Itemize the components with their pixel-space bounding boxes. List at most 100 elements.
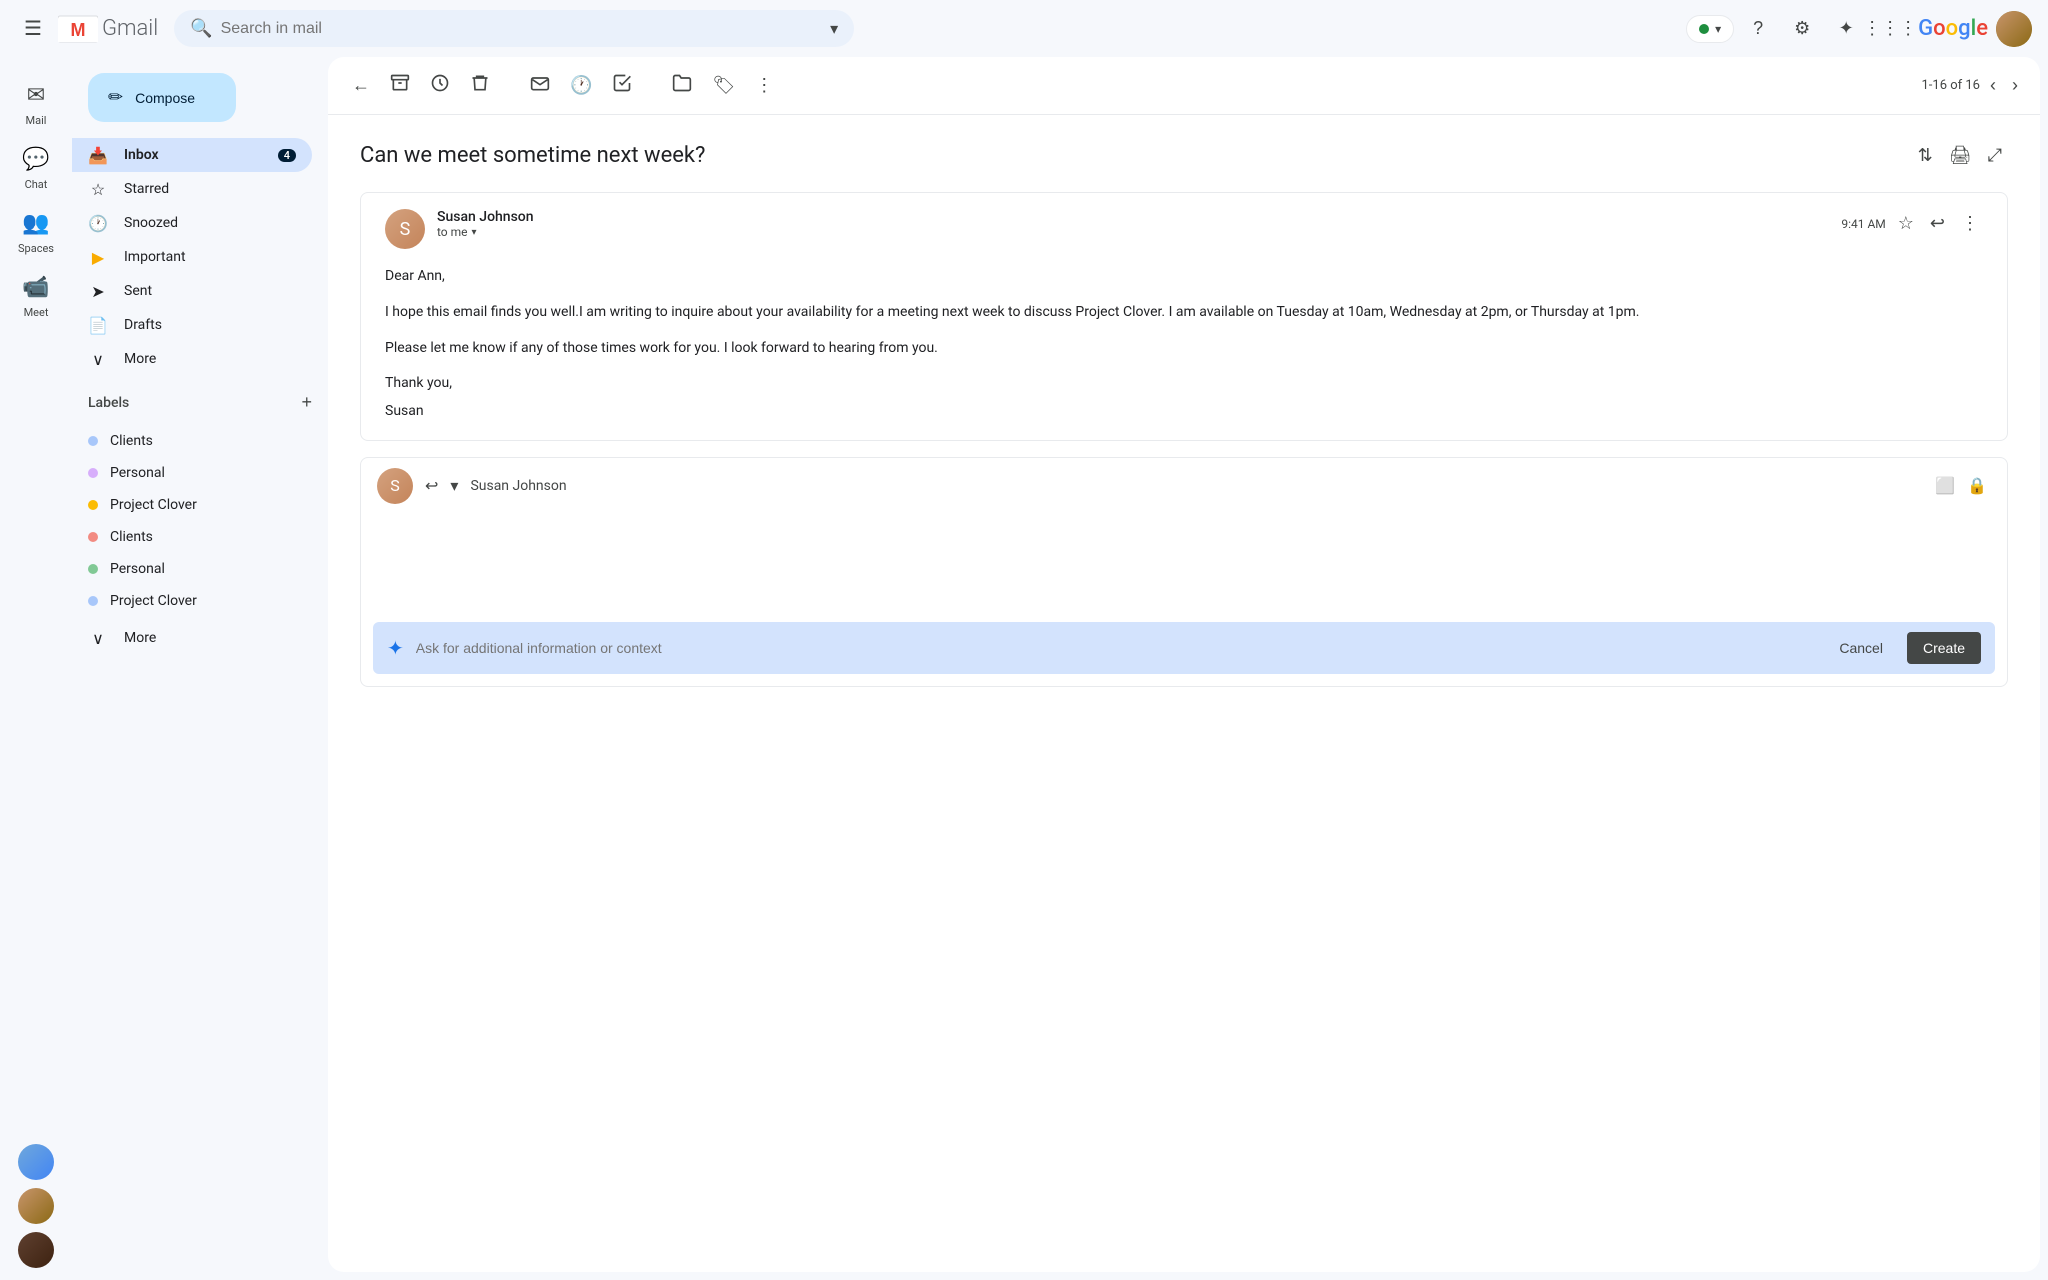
gmail-text: Gmail (102, 16, 158, 41)
ai-cancel-button[interactable]: Cancel (1827, 634, 1895, 662)
user-avatar[interactable] (1996, 11, 2032, 47)
label-clients-2[interactable]: Clients (72, 521, 312, 553)
body-p4: Susan (385, 400, 1983, 424)
label-personal-1[interactable]: Personal (72, 457, 312, 489)
mail-label: Mail (26, 114, 47, 127)
sidebar-more-1[interactable]: ∨ More (72, 342, 312, 376)
gemini-button[interactable]: ✦ (1826, 9, 1866, 49)
status-indicator[interactable]: ▾ (1686, 15, 1734, 43)
label-text-personal-2: Personal (110, 561, 165, 577)
add-label-button[interactable]: + (301, 392, 312, 413)
archive-button[interactable] (382, 65, 418, 106)
prev-email-button[interactable]: ‹ (1984, 69, 2002, 102)
label-clients-1[interactable]: Clients (72, 425, 312, 457)
sidebar-item-sent[interactable]: ➤ Sent (72, 274, 312, 308)
label-personal-2[interactable]: Personal (72, 553, 312, 585)
label-project-clover-2[interactable]: Project Clover (72, 585, 312, 617)
sender-to[interactable]: to me ▾ (437, 225, 1841, 239)
sidebar-item-starred[interactable]: ☆ Starred (72, 172, 312, 206)
label-dot-clients-2 (88, 532, 98, 542)
search-bar: 🔍 ▾ (174, 10, 854, 47)
search-input[interactable] (221, 20, 823, 38)
menu-button[interactable]: ☰ (16, 8, 50, 49)
label-project-clover-1[interactable]: Project Clover (72, 489, 312, 521)
delete-button[interactable] (462, 65, 498, 106)
label-text-clients-2: Clients (110, 529, 153, 545)
ai-prompt-bar: ✦ Cancel Create (373, 622, 1995, 674)
svg-text:M: M (70, 20, 85, 40)
star-button[interactable]: ☆ (1894, 209, 1918, 238)
status-arrow: ▾ (1715, 22, 1721, 36)
reply-avatar: S (377, 468, 413, 504)
help-button[interactable]: ? (1738, 9, 1778, 49)
left-nav-meet[interactable]: 📹 Meet (0, 265, 72, 325)
compose-button[interactable]: ✏ Compose (88, 73, 236, 122)
top-right-icons: ▾ ? ⚙ ✦ ⋮⋮⋮ Google (1686, 9, 2032, 49)
move-to-button[interactable] (664, 65, 700, 106)
more-chevron-icon-2: ∨ (88, 629, 108, 648)
inbox-label: Inbox (124, 147, 159, 163)
sidebar-item-snoozed[interactable]: 🕐 Snoozed (72, 206, 312, 240)
status-dot (1699, 24, 1709, 34)
body-p2: Please let me know if any of those times… (385, 337, 1983, 361)
snoozed-icon: 🕐 (88, 214, 108, 233)
sidebar: ✏ Compose 📥 Inbox 4 ☆ Starred (72, 57, 328, 1280)
reply-expand-button[interactable]: ⬜ (1931, 472, 1959, 500)
mark-unread-button[interactable] (522, 65, 558, 106)
snooze-button[interactable] (422, 65, 458, 106)
email-subject-row: Can we meet sometime next week? ⇅ 🖨 ⤢ (360, 139, 2008, 172)
sender-name: Susan Johnson (437, 209, 1841, 225)
reply-icon-button[interactable]: ↩ (421, 472, 442, 500)
left-nav-chat[interactable]: 💬 Chat (0, 137, 72, 197)
bottom-avatar-1[interactable] (18, 1144, 54, 1180)
label-button[interactable]: 🏷 (704, 67, 743, 104)
inbox-icon: 📥 (88, 146, 108, 165)
back-button[interactable]: ← (344, 67, 378, 104)
open-in-new-button[interactable]: ⤢ (1982, 139, 2008, 172)
ai-prompt-input[interactable] (416, 640, 1816, 656)
print-button[interactable]: 🖨 (1943, 139, 1978, 172)
left-icon-nav: ✉ Mail 💬 Chat 👥 Spaces 📹 Meet (0, 57, 72, 1280)
sidebar-more-2[interactable]: ∨ More (72, 621, 312, 655)
left-nav-spaces[interactable]: 👥 Spaces (0, 201, 72, 261)
label-dot-project-clover-2 (88, 596, 98, 606)
ai-create-button[interactable]: Create (1907, 632, 1981, 664)
more-toolbar-button[interactable]: ⋮ (747, 67, 781, 104)
reply-dropdown-button[interactable]: ▾ (446, 472, 462, 500)
reply-quick-button[interactable]: ↩ (1926, 209, 1949, 238)
history-button[interactable]: 🕐 (562, 67, 600, 104)
task-button[interactable] (604, 65, 640, 106)
body-p1: I hope this email finds you well.I am wr… (385, 301, 1983, 325)
search-button[interactable]: 🔍 (190, 18, 212, 39)
bottom-avatar-3[interactable] (18, 1232, 54, 1268)
reply-box: S ↩ ▾ Susan Johnson ⬜ 🔒 (360, 457, 2008, 687)
next-email-button[interactable]: › (2006, 69, 2024, 102)
sidebar-item-important[interactable]: ▶ Important (72, 240, 312, 274)
mail-icon: ✉ (27, 83, 45, 108)
subject-toggle-button[interactable]: ⇅ (1912, 139, 1939, 172)
label-text-project-clover-2: Project Clover (110, 593, 197, 609)
sidebar-item-inbox[interactable]: 📥 Inbox 4 (72, 138, 312, 172)
email-header: S Susan Johnson to me ▾ 9:41 AM ☆ ↩ (385, 209, 1983, 249)
chat-icon: 💬 (22, 147, 49, 172)
label-dot-project-clover-1 (88, 500, 98, 510)
sidebar-item-drafts[interactable]: 📄 Drafts (72, 308, 312, 342)
email-time: 9:41 AM (1841, 217, 1885, 231)
meet-label: Meet (24, 306, 49, 319)
important-icon: ▶ (88, 248, 108, 267)
label-dot-personal-1 (88, 468, 98, 478)
sender-info: Susan Johnson to me ▾ (437, 209, 1841, 239)
left-nav-mail[interactable]: ✉ Mail (0, 73, 72, 133)
apps-button[interactable]: ⋮⋮⋮ (1870, 9, 1910, 49)
top-bar: ☰ M Gmail 🔍 ▾ ▾ ? ⚙ ✦ ⋮⋮⋮ (0, 0, 2048, 57)
reply-lock-button[interactable]: 🔒 (1963, 472, 1991, 500)
email-message: S Susan Johnson to me ▾ 9:41 AM ☆ ↩ (360, 192, 2008, 441)
bottom-avatar-2[interactable] (18, 1188, 54, 1224)
search-dropdown-button[interactable]: ▾ (830, 19, 838, 39)
labels-title: Labels (88, 395, 129, 411)
more-email-button[interactable]: ⋮ (1957, 209, 1983, 238)
starred-label: Starred (124, 181, 169, 197)
more-label-2: More (124, 630, 156, 646)
settings-button[interactable]: ⚙ (1782, 9, 1822, 49)
reply-body[interactable] (361, 514, 2007, 614)
